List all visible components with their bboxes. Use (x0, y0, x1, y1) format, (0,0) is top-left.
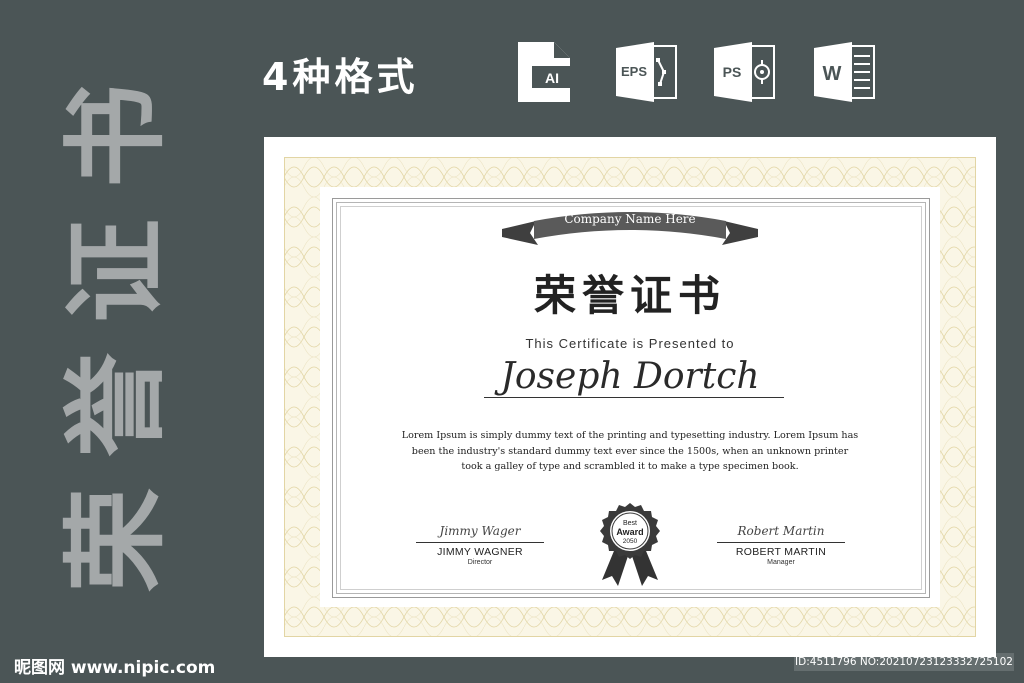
name-underline (484, 397, 784, 398)
word-file-icon: W (814, 42, 875, 102)
formats-label: 4种格式 (262, 55, 419, 99)
side-title-char-3: 誉 (55, 353, 177, 458)
watermark-site: 昵图网 www.nipic.com (14, 658, 216, 678)
side-title-char-2: 证 (55, 218, 177, 323)
signature-right: Robert Martin ROBERT MARTIN Manager (717, 520, 845, 566)
badge-line-1: Best (623, 520, 637, 527)
badge-line-2: Award (616, 527, 643, 537)
signature-left: Jimmy Wager JIMMY WAGNER Director (416, 520, 544, 566)
signature-right-script: Robert Martin (737, 524, 825, 538)
signature-right-line (717, 542, 845, 543)
watermark-id: ID:4511796 NO:20210723123332725102 (794, 653, 1014, 671)
signature-left-line (416, 542, 544, 543)
presented-to: This Certificate is Presented to (525, 336, 735, 351)
ai-icon-label: AI (545, 70, 559, 86)
signature-right-role: Manager (767, 559, 795, 566)
eps-icon-label: EPS (621, 64, 647, 79)
side-title: 书 证 誉 荣 (55, 78, 177, 598)
badge-line-3: 2050 (623, 538, 638, 545)
ps-icon-label: PS (723, 64, 742, 80)
side-title-char-1: 书 (55, 84, 177, 189)
ai-file-icon: AI (518, 42, 572, 102)
award-badge-icon: Best Award 2050 (600, 503, 660, 586)
side-title-char-4: 荣 (55, 487, 177, 592)
recipient-name: Joseph Dortch (500, 356, 760, 397)
signature-right-name: ROBERT MARTIN (735, 546, 827, 558)
certificate-title: 荣誉证书 (533, 271, 726, 320)
signature-left-role: Director (467, 559, 493, 566)
company-name: Company Name Here (564, 212, 696, 226)
word-icon-label: W (823, 63, 842, 85)
signature-left-script: Jimmy Wager (439, 524, 521, 538)
signature-left-name: JIMMY WAGNER (437, 546, 523, 558)
eps-file-icon: EPS (616, 42, 677, 102)
ps-file-icon: PS (714, 42, 775, 102)
certificate-body: Lorem Ipsum is simply dummy text of the … (401, 430, 859, 472)
